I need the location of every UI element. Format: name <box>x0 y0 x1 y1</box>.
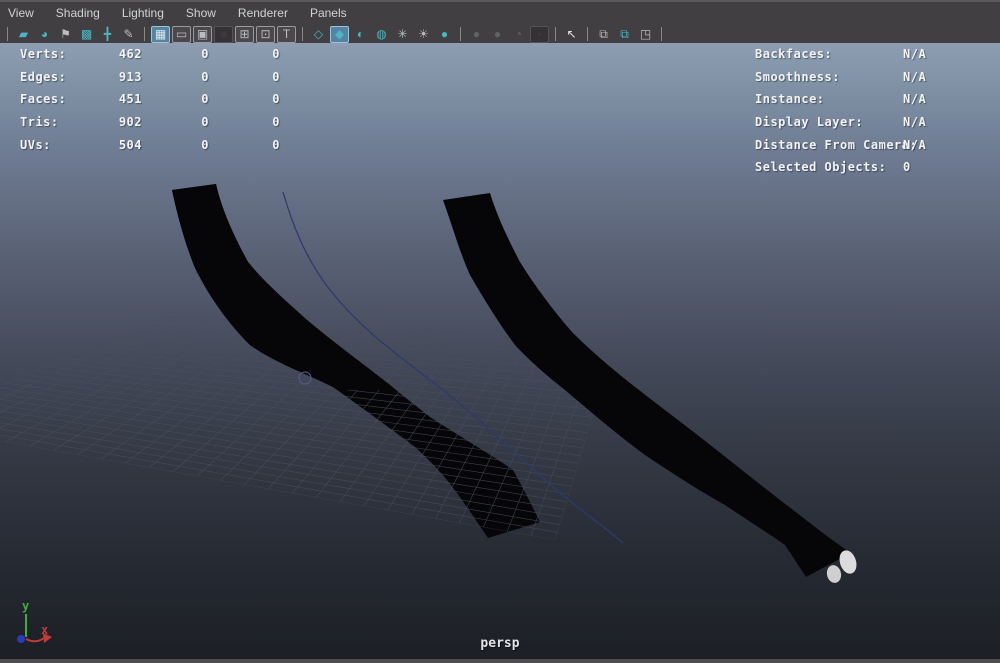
hud-value: Verts: <box>20 43 108 66</box>
axis-x-label: x <box>41 623 48 637</box>
panel-top-bars: View Shading Lighting Show Renderer Pane… <box>0 0 1000 43</box>
hud-value: N/A <box>903 66 926 89</box>
hud-label: Instance: <box>755 88 825 111</box>
hud-value: 0 <box>209 134 280 157</box>
bookmark-icon[interactable]: ⚑ <box>56 26 75 43</box>
select-camera-icon[interactable]: ▰ <box>14 26 33 43</box>
hud-value: N/A <box>903 88 926 111</box>
isolate-remove-icon[interactable]: ◳ <box>636 26 655 43</box>
toolbar-divider <box>7 27 8 41</box>
hud-value: Tris: <box>20 111 108 134</box>
motion-blur-icon[interactable]: ◔ <box>509 26 528 43</box>
hud-row: Selected Objects: 0 <box>755 156 955 179</box>
hud-label: Display Layer: <box>755 111 863 134</box>
hud-poly-count: Verts:46200Edges:91300Faces:45100Tris:90… <box>20 43 280 156</box>
hud-value: 0 <box>142 134 209 157</box>
toolbar-divider <box>302 27 303 41</box>
shaded-display-icon[interactable]: ◆ <box>330 26 349 43</box>
image-plane-icon[interactable]: ▩ <box>77 26 96 43</box>
grease-pencil-icon[interactable]: ✎ <box>119 26 138 43</box>
panel-menubar: View Shading Lighting Show Renderer Pane… <box>0 3 369 23</box>
hud-value: 451 <box>108 88 142 111</box>
select-tool-icon[interactable]: ↖ <box>562 26 581 43</box>
hud-value: N/A <box>903 111 926 134</box>
wireframe-on-shaded-icon[interactable]: ◍ <box>372 26 391 43</box>
hud-label: Distance From Camera: <box>755 134 917 157</box>
hud-row: Verts:46200 <box>20 43 280 66</box>
safe-action-icon[interactable]: ⊡ <box>256 26 275 43</box>
hud-value: 0 <box>209 88 280 111</box>
film-gate-icon[interactable]: ▭ <box>172 26 191 43</box>
isolate-select-icon[interactable]: ⧉ <box>594 26 613 43</box>
hud-value: Edges: <box>20 66 108 89</box>
menu-lighting[interactable]: Lighting <box>122 6 175 20</box>
axis-y-label: y <box>22 599 29 613</box>
hud-value: 0 <box>209 43 280 66</box>
toolbar-divider <box>661 27 662 41</box>
hud-row: Tris:90200 <box>20 111 280 134</box>
hud-value: 504 <box>108 134 142 157</box>
wireframe-display-icon[interactable]: ◇ <box>309 26 328 43</box>
hud-value: N/A <box>903 43 926 66</box>
use-all-lights-icon[interactable]: ☀ <box>414 26 433 43</box>
grid-toggle-icon[interactable]: ▦ <box>151 26 170 43</box>
toolbar-divider <box>587 27 588 41</box>
gate-mask-icon[interactable]: ■ <box>214 26 233 43</box>
safe-title-icon[interactable]: T <box>277 26 296 43</box>
hud-value: 462 <box>108 43 142 66</box>
hud-value: Faces: <box>20 88 108 111</box>
hud-value: 913 <box>108 66 142 89</box>
default-material-icon[interactable]: ● <box>435 26 454 43</box>
hud-row: Smoothness: N/A <box>755 66 955 89</box>
hud-label: Smoothness: <box>755 66 840 89</box>
pan-zoom-tool-icon[interactable]: ╋ <box>98 26 117 43</box>
exposure-icon[interactable]: ▪ <box>530 26 549 43</box>
hud-value: 0 <box>903 156 911 179</box>
hud-value: 902 <box>108 111 142 134</box>
hud-value: 0 <box>142 43 209 66</box>
hud-value: 0 <box>142 88 209 111</box>
toolbar-divider <box>460 27 461 41</box>
isolate-selected-add-icon[interactable]: ⧉ <box>615 26 634 43</box>
hud-row: Distance From Camera:N/A <box>755 134 955 157</box>
viewport-canvas[interactable]: y x Verts:46200Edges:91300Faces:45100Tri… <box>0 43 1000 663</box>
hud-row: Backfaces: N/A <box>755 43 955 66</box>
maya-viewport-window: View Shading Lighting Show Renderer Pane… <box>0 0 1000 663</box>
shadows-icon[interactable]: ● <box>467 26 486 43</box>
hud-row: Instance: N/A <box>755 88 955 111</box>
hud-value: UVs: <box>20 134 108 157</box>
hud-row: Display Layer: N/A <box>755 111 955 134</box>
hud-row: Edges:91300 <box>20 66 280 89</box>
toolbar-divider <box>144 27 145 41</box>
hud-value: N/A <box>903 134 926 157</box>
screen-space-ao-icon[interactable]: ● <box>488 26 507 43</box>
menu-view[interactable]: View <box>8 6 45 20</box>
menu-renderer[interactable]: Renderer <box>238 6 299 20</box>
hud-row: UVs:50400 <box>20 134 280 157</box>
hud-value: 0 <box>209 66 280 89</box>
hud-value: 0 <box>209 111 280 134</box>
hud-label: Selected Objects: <box>755 156 886 179</box>
hud-object-details: Backfaces:N/ASmoothness:N/AInstance:N/AD… <box>755 43 955 179</box>
hud-row: Faces:45100 <box>20 88 280 111</box>
menu-panels[interactable]: Panels <box>310 6 358 20</box>
resolution-gate-icon[interactable]: ▣ <box>193 26 212 43</box>
hud-value: 0 <box>142 66 209 89</box>
panel-bottom-edge <box>0 659 1000 663</box>
camera-name-label: persp <box>0 636 1000 651</box>
xray-display-icon[interactable]: ✳ <box>393 26 412 43</box>
menu-show[interactable]: Show <box>186 6 227 20</box>
menu-shading[interactable]: Shading <box>56 6 111 20</box>
textured-display-icon[interactable]: ◐ <box>351 26 370 43</box>
hud-value: 0 <box>142 111 209 134</box>
hud-label: Backfaces: <box>755 43 832 66</box>
field-chart-icon[interactable]: ⊞ <box>235 26 254 43</box>
panel-toolbar: ▰◕⚑▩╋✎▦▭▣■⊞⊡T◇◆◐◍✳☀●●●◔▪↖⧉⧉◳ <box>0 23 667 45</box>
toolbar-divider <box>555 27 556 41</box>
orbit-camera-icon[interactable]: ◕ <box>35 26 54 43</box>
